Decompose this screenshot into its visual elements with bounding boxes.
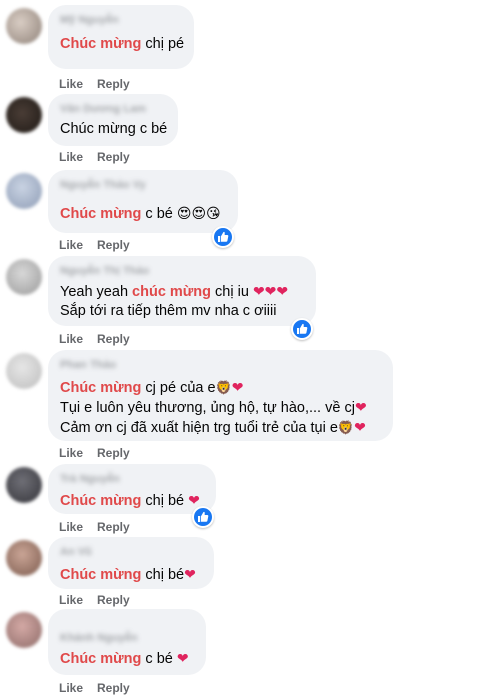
comment-text: Tụi e luôn yêu thương, ủng hộ, tự hào,..… <box>60 400 355 416</box>
heart-icon: ❤ <box>176 650 189 666</box>
comment-text: c bé <box>141 651 177 667</box>
highlight-text[interactable]: Chúc mừng <box>60 493 141 509</box>
comment-text: Yeah yeah <box>60 284 133 300</box>
comment-text-line: Yeah yeah chúc mừng chị iu ❤❤❤ <box>60 282 304 302</box>
comment-author[interactable]: Nguyễn Thảo Vy <box>60 178 226 192</box>
comment-bubble: Nguyễn Thảo Vy Chúc mừng c bé 😍😍😘 <box>48 170 238 233</box>
avatar[interactable] <box>6 97 42 133</box>
avatar[interactable] <box>6 173 42 209</box>
comment-text-line: Cảm ơn cj đã xuất hiện trg tuổi trẻ của … <box>60 418 381 438</box>
comment-text-line: Chúc mừng c bé <box>60 120 168 139</box>
reply-button[interactable]: Reply <box>97 593 130 607</box>
highlight-text[interactable]: Chúc mừng <box>60 651 141 667</box>
reply-button[interactable]: Reply <box>97 238 130 252</box>
like-reaction-icon[interactable] <box>212 226 234 248</box>
reply-button[interactable]: Reply <box>97 446 130 460</box>
comment-text-line: Chúc mừng chị pé <box>60 35 185 54</box>
comment-actions: Like Reply <box>59 77 130 91</box>
comment-actions: Like Reply <box>59 593 130 607</box>
comment-text: Chúc mừng c bé <box>60 121 168 137</box>
like-button[interactable]: Like <box>59 446 83 460</box>
reply-button[interactable]: Reply <box>97 150 130 164</box>
comment-author[interactable]: Khánh Nguyễn <box>60 631 194 645</box>
comment-author[interactable]: Vân Dương Lam <box>60 102 166 116</box>
comment-author[interactable]: Nguyễn Thị Thảo <box>60 264 304 278</box>
reply-button[interactable]: Reply <box>97 681 130 695</box>
like-reaction-icon[interactable] <box>291 318 313 340</box>
like-button[interactable]: Like <box>59 238 83 252</box>
comment-text-line: Chúc mừng c bé ❤ <box>60 649 194 669</box>
comment-text: chị bé <box>141 567 185 583</box>
comment-bubble: Trà Nguyễn Chúc mừng chị bé ❤ <box>48 464 216 514</box>
comment-text-line: Chúc mừng chị bé ❤ <box>60 491 204 511</box>
comment-bubble: Vân Dương Lam Chúc mừng c bé <box>48 94 178 146</box>
like-button[interactable]: Like <box>59 332 83 346</box>
highlight-text[interactable]: Chúc mừng <box>60 36 141 52</box>
comment-bubble: Phan Thảo Chúc mừng cj pé của e🦁❤ Tụi e … <box>48 350 393 441</box>
reply-button[interactable]: Reply <box>97 77 130 91</box>
reply-button[interactable]: Reply <box>97 520 130 534</box>
comment-actions: Like Reply <box>59 520 130 534</box>
comment-text-line: Tụi e luôn yêu thương, ủng hộ, tự hào,..… <box>60 398 381 418</box>
comment-text: cj pé của e <box>141 380 216 396</box>
comment-text: chị pé <box>141 36 185 52</box>
like-button[interactable]: Like <box>59 593 83 607</box>
reply-button[interactable]: Reply <box>97 332 130 346</box>
comment-author[interactable]: Trà Nguyễn <box>60 472 204 486</box>
like-button[interactable]: Like <box>59 150 83 164</box>
comment-text-line: Chúc mừng chị bé❤ <box>60 565 202 585</box>
avatar[interactable] <box>6 540 42 576</box>
comment-text: Sắp tới ra tiếp thêm mv nha c ơiiii <box>60 303 277 319</box>
like-button[interactable]: Like <box>59 77 83 91</box>
avatar[interactable] <box>6 259 42 295</box>
avatar[interactable] <box>6 612 42 648</box>
like-button[interactable]: Like <box>59 681 83 695</box>
comment-text: c bé <box>141 206 173 222</box>
comment-bubble: Khánh Nguyễn Chúc mừng c bé ❤ <box>48 609 206 675</box>
like-reaction-icon[interactable] <box>192 506 214 528</box>
avatar[interactable] <box>6 8 42 44</box>
comment-author[interactable]: Mỹ Nguyễn <box>60 13 182 27</box>
comment-bubble: Mỹ Nguyễn Chúc mừng chị pé <box>48 5 194 69</box>
avatar[interactable] <box>6 353 42 389</box>
heart-icon: ❤ <box>184 566 196 582</box>
highlight-text[interactable]: Chúc mừng <box>60 567 141 583</box>
comment-text: chị bé <box>141 493 189 509</box>
comment-text-line: Sắp tới ra tiếp thêm mv nha c ơiiii <box>60 302 304 321</box>
comment-actions: Like Reply <box>59 446 130 460</box>
comment-actions: Like Reply <box>59 681 130 695</box>
comment-text: chị iu <box>211 284 249 300</box>
comment-text: Cảm ơn cj đã xuất hiện trg tuổi trẻ của … <box>60 420 338 436</box>
heart-icon: ❤❤❤ <box>252 283 289 299</box>
highlight-text[interactable]: Chúc mừng <box>60 380 141 396</box>
heart-icon: ❤ <box>354 419 366 435</box>
comment-text-line: Chúc mừng c bé 😍😍😘 <box>60 204 226 224</box>
heart-icon: ❤ <box>188 492 200 508</box>
heart-icon: ❤ <box>354 399 367 415</box>
comment-author[interactable]: Phan Thảo <box>60 358 381 372</box>
comment-actions: Like Reply <box>59 332 130 346</box>
lion-emoji-icon: 🦁 <box>337 420 355 435</box>
like-button[interactable]: Like <box>59 520 83 534</box>
avatar[interactable] <box>6 467 42 503</box>
comment-actions: Like Reply <box>59 238 130 252</box>
highlight-text[interactable]: Chúc mừng <box>60 206 141 222</box>
comment-text-line: Chúc mừng cj pé của e🦁❤ <box>60 378 381 398</box>
comment-actions: Like Reply <box>59 150 130 164</box>
comment-bubble: Nguyễn Thị Thảo Yeah yeah chúc mừng chị … <box>48 256 316 326</box>
heart-eyes-emoji-icon: 😍😍😘 <box>176 205 221 221</box>
heart-icon: ❤ <box>231 379 244 395</box>
comment-bubble: An Vũ Chúc mừng chị bé❤ <box>48 537 214 589</box>
comment-author[interactable]: An Vũ <box>60 545 202 559</box>
lion-emoji-icon: 🦁 <box>215 380 232 395</box>
highlight-text[interactable]: chúc mừng <box>132 284 211 300</box>
